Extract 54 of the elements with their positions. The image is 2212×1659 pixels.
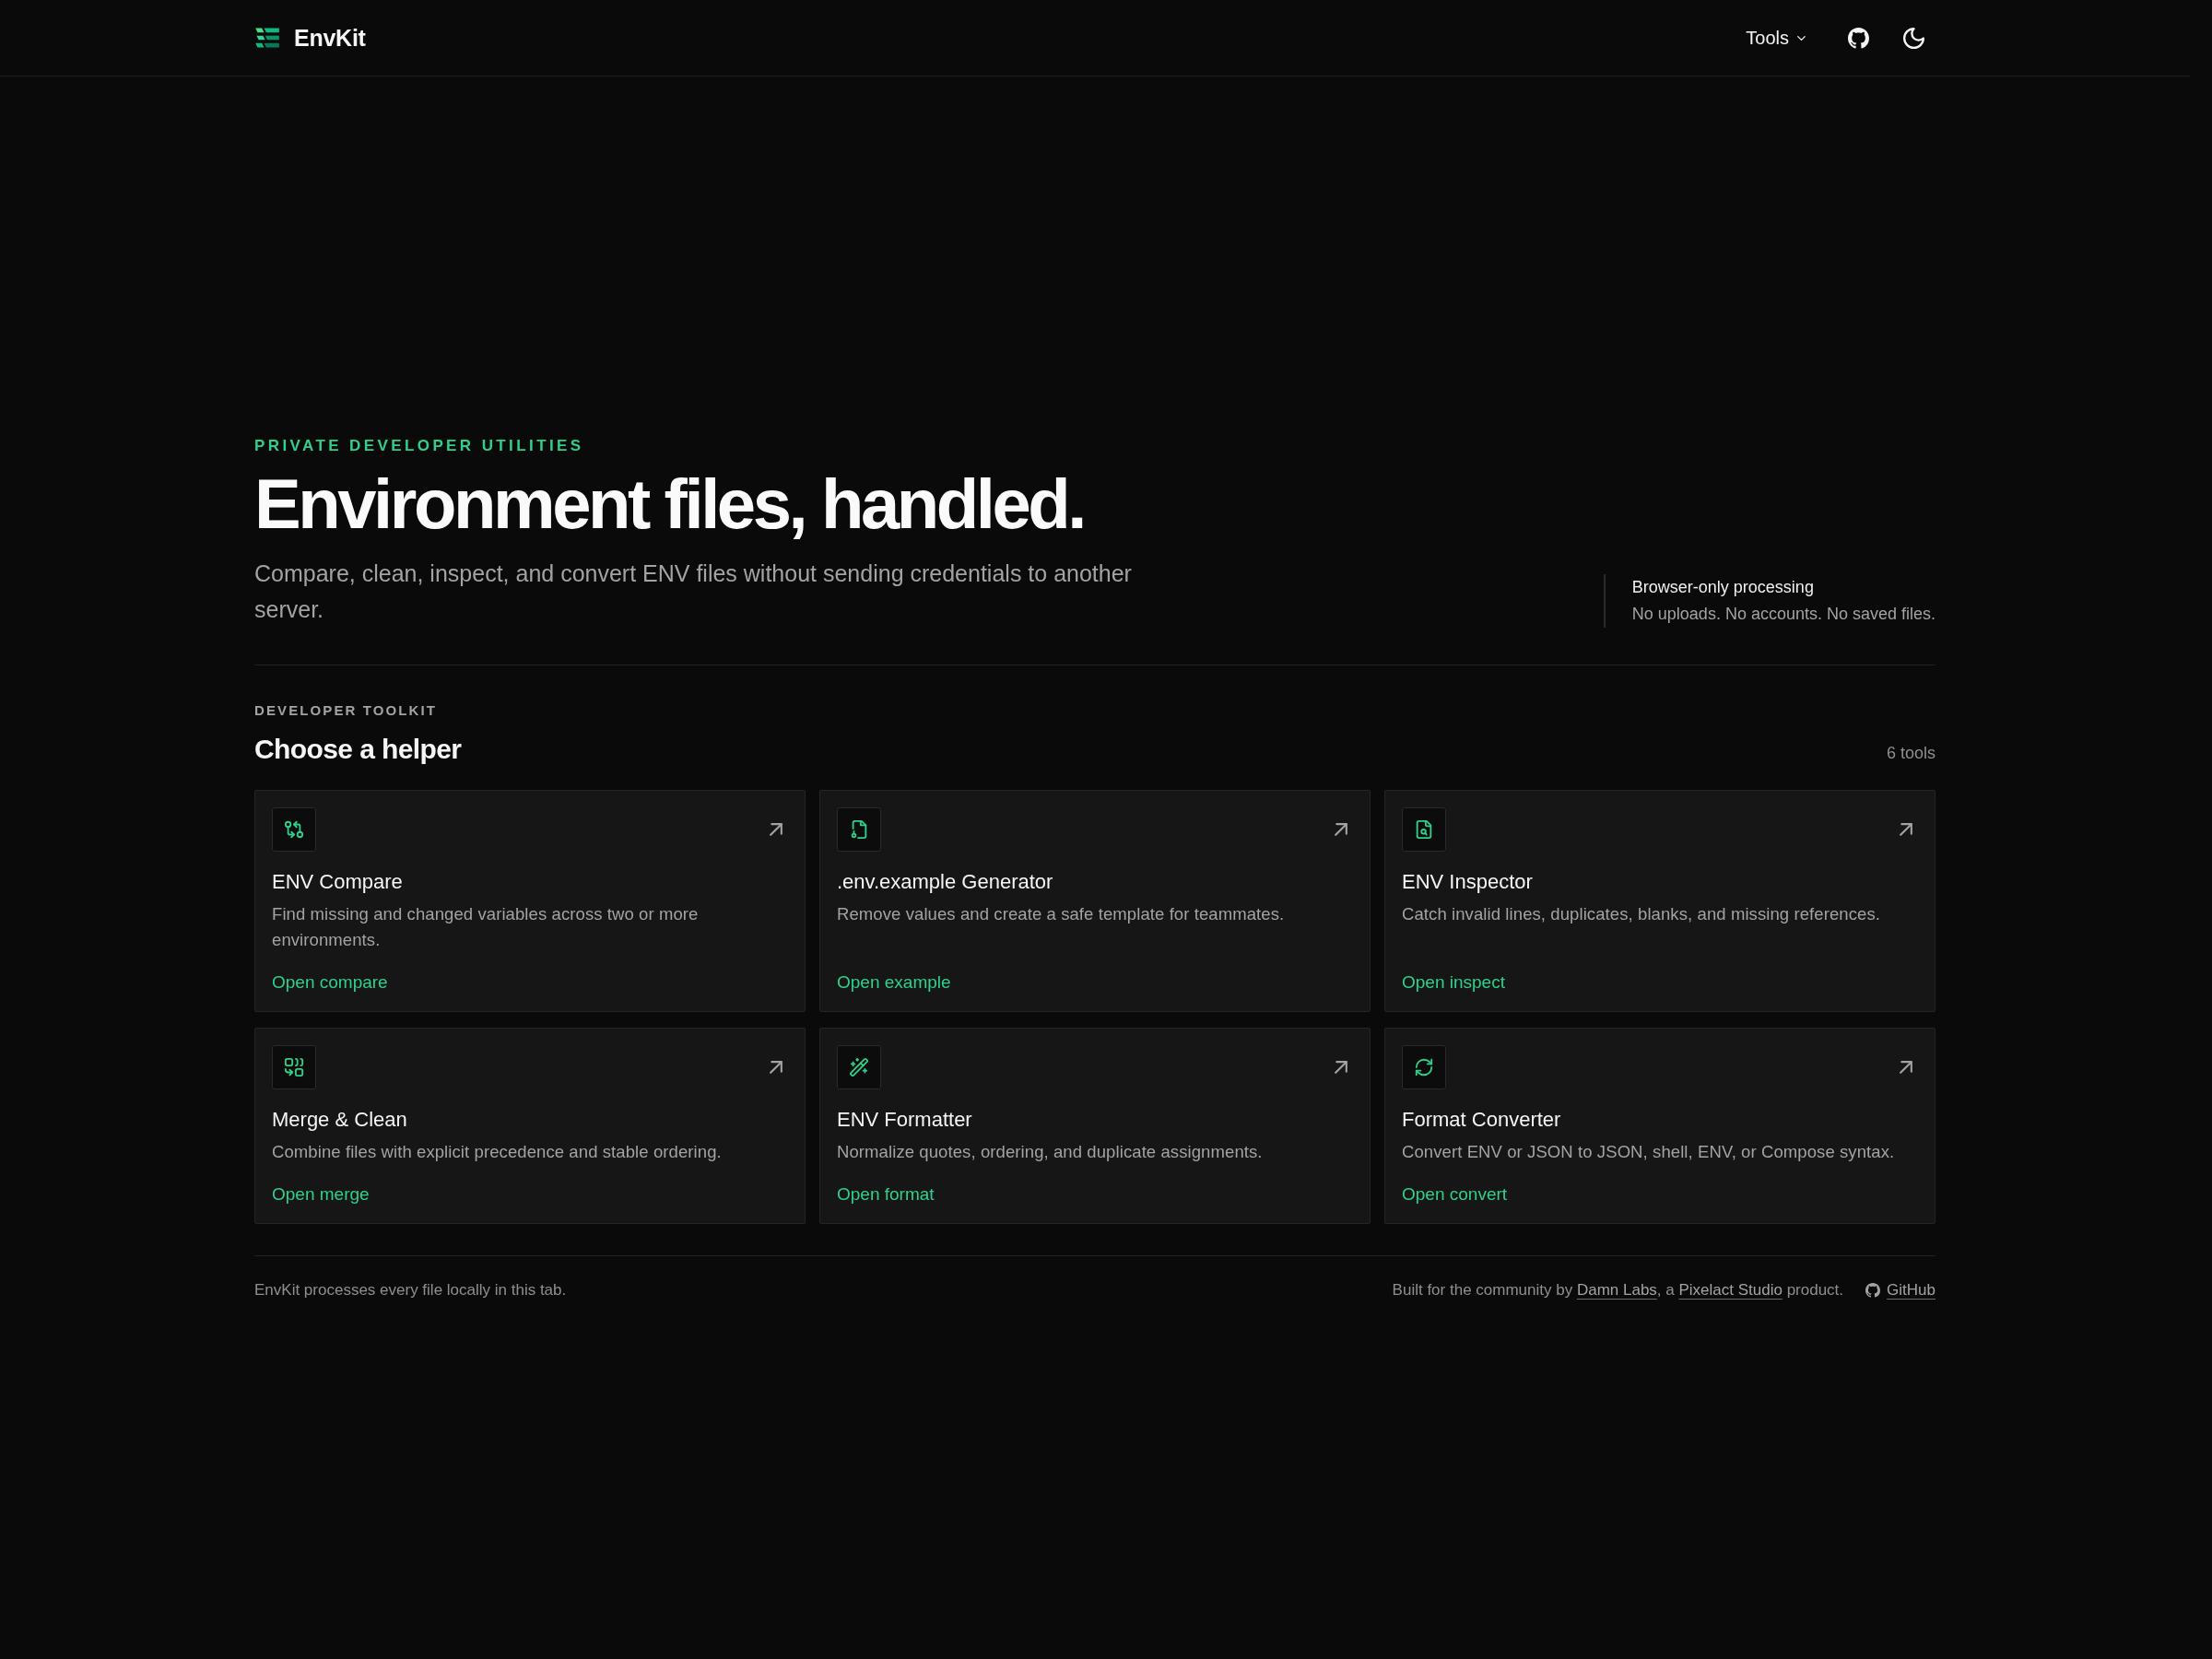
open-tool-link[interactable]: Open convert	[1402, 1182, 1508, 1206]
credit-link[interactable]: Damn Labs	[1576, 1280, 1657, 1299]
github-icon	[1865, 1282, 1881, 1298]
arrow-up-right-icon	[1335, 1060, 1347, 1074]
arrow-up-right-icon	[770, 822, 782, 836]
open-tool-link[interactable]: Open example	[837, 970, 951, 994]
tool-title: .env.example Generator	[837, 868, 1054, 895]
tool-title: ENV Inspector	[1402, 868, 1534, 895]
tool-title: Merge & Clean	[272, 1106, 408, 1133]
arrow-up-right-icon	[1900, 822, 1912, 836]
file-search-icon	[1402, 806, 1446, 852]
tool-title: Format Converter	[1402, 1106, 1562, 1133]
credit-link[interactable]: Pixelact Studio	[1678, 1280, 1783, 1299]
credit-text: Built for the community by Damn Labs, a Pixelact Studio product.	[1392, 1280, 1844, 1300]
hero-subtitle: Compare, clean, inspect, and convert ENV files without sending credentials to another server.	[254, 559, 1133, 624]
open-tool-link[interactable]: Open compare	[272, 970, 388, 994]
file-icon	[837, 806, 881, 852]
footer-note: EnvKit processes every file locally in this tab.	[254, 1280, 567, 1300]
tool-card[interactable]: .env.example Generator Remove values and create a safe template for teammates. Open example	[819, 789, 1371, 1012]
combine-icon	[272, 1044, 316, 1089]
tool-count: 6 tools	[1886, 743, 1936, 763]
moon-icon	[1902, 27, 1924, 49]
tool-card[interactable]: ENV Formatter Normalize quotes, ordering, and duplicate assignments. Open format	[819, 1027, 1371, 1224]
compare-arrows-icon	[272, 806, 316, 852]
tool-card[interactable]: ENV Compare Find missing and changed variables across two or more environments. Open compare	[254, 789, 806, 1012]
hero-title: Environment files, handled.	[254, 465, 1086, 543]
hero-eyebrow: PRIVATE DEVELOPER UTILITIES	[254, 437, 584, 454]
tool-description: Catch invalid lines, duplicates, blanks, and missing references.	[1402, 902, 1882, 925]
tool-title: ENV Formatter	[837, 1106, 973, 1133]
open-tool-link[interactable]: Open merge	[272, 1182, 370, 1206]
open-tool-link[interactable]: Open format	[837, 1182, 935, 1206]
arrow-up-right-icon	[1900, 1060, 1912, 1074]
tool-description: Convert ENV or JSON to JSON, shell, ENV, or Compose syntax.	[1402, 1140, 1896, 1163]
tool-description: Normalize quotes, ordering, and duplicate assignments.	[837, 1140, 1264, 1163]
open-tool-link[interactable]: Open inspect	[1402, 970, 1505, 994]
tool-description: Find missing and changed variables across two or more environments.	[272, 902, 700, 951]
brand-name: EnvKit	[294, 24, 366, 52]
tool-card[interactable]: Format Converter Convert ENV or JSON to JSON, shell, ENV, or Compose syntax. Open convert	[1384, 1027, 1936, 1224]
tool-description: Combine files with explicit precedence and stable ordering.	[272, 1140, 723, 1163]
section-title: Choose a helper	[254, 732, 462, 766]
refresh-icon	[1402, 1044, 1446, 1089]
magic-wand-icon	[837, 1044, 881, 1089]
note-text: No uploads. No accounts. No saved files.	[1631, 603, 1936, 625]
tools-menu-button[interactable]: Tools	[1746, 19, 1808, 56]
section-eyebrow: DEVELOPER TOOLKIT	[254, 701, 437, 718]
note-title: Browser-only processing	[1631, 576, 1815, 598]
tool-description: Remove values and create a safe template for teammates.	[837, 902, 1286, 925]
tool-title: ENV Compare	[272, 868, 404, 895]
tool-card[interactable]: ENV Inspector Catch invalid lines, duplicates, blanks, and missing references. Open inspect	[1384, 789, 1936, 1012]
github-icon	[1847, 27, 1869, 49]
github-link[interactable]: GitHub	[1865, 1280, 1936, 1300]
arrow-up-right-icon	[1335, 822, 1347, 836]
arrow-up-right-icon	[770, 1060, 782, 1074]
tool-card[interactable]: Merge & Clean Combine files with explicit precedence and stable ordering. Open merge	[254, 1027, 806, 1224]
